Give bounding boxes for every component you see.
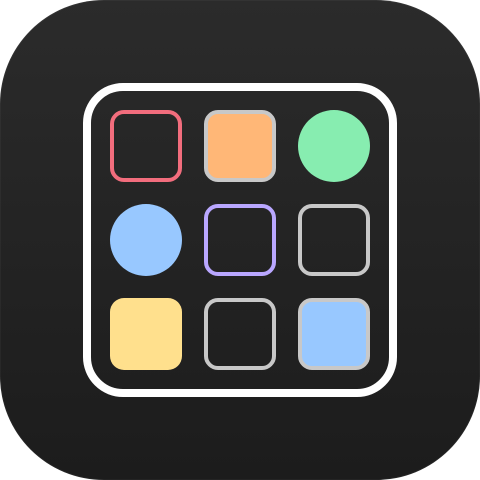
tile-r3-c3-square bbox=[298, 298, 370, 370]
tile-r3-c1-square bbox=[110, 298, 182, 370]
app-icon bbox=[0, 0, 480, 480]
tile-r3-c2-square bbox=[204, 298, 276, 370]
tile-r2-c3-square bbox=[298, 204, 370, 276]
tile-board-frame bbox=[83, 83, 397, 397]
tile-r2-c1-circle bbox=[110, 204, 182, 276]
tile-r1-c3-circle bbox=[298, 110, 370, 182]
tile-r2-c2-square bbox=[204, 204, 276, 276]
tile-r1-c1-square bbox=[110, 110, 182, 182]
icon-canvas bbox=[0, 0, 480, 480]
tile-r1-c2-square bbox=[204, 110, 276, 182]
